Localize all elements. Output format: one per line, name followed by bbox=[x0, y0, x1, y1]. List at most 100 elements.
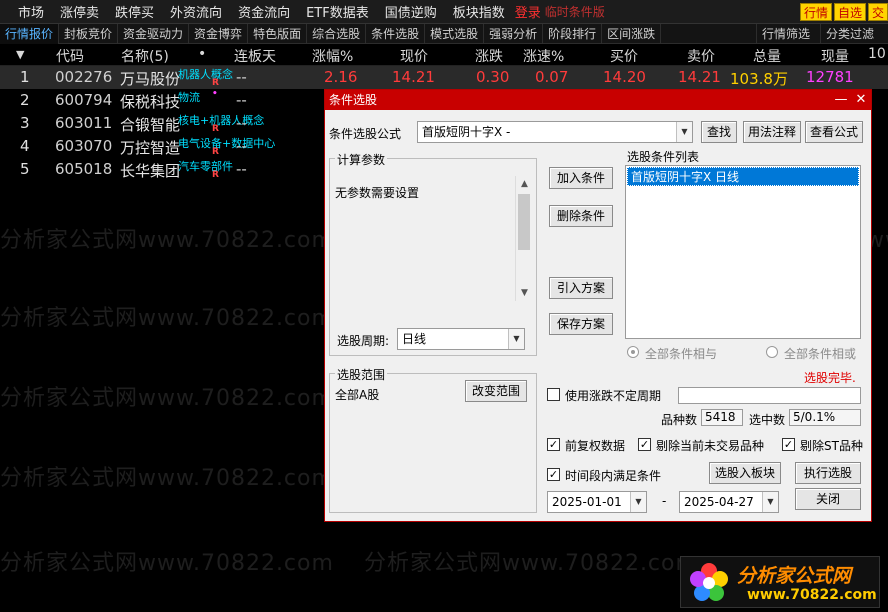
minimize-icon[interactable]: — bbox=[833, 91, 849, 109]
col-volume[interactable]: 总量 bbox=[753, 46, 781, 66]
col-current-vol[interactable]: 现量 bbox=[821, 46, 849, 66]
chevron-down-icon[interactable]: ▼ bbox=[508, 329, 524, 349]
tab-strength-analysis[interactable]: 强弱分析 bbox=[484, 23, 544, 44]
radio-all-or[interactable] bbox=[766, 346, 778, 358]
tab-quote-filter[interactable]: 行情筛选 bbox=[756, 23, 815, 44]
delete-condition-button[interactable]: 删除条件 bbox=[549, 205, 613, 227]
col-ask[interactable]: 卖价 bbox=[687, 46, 715, 66]
usage-notes-button[interactable]: 用法注释 bbox=[743, 121, 801, 143]
count-value: 5418 bbox=[701, 409, 743, 426]
row-mark: R bbox=[212, 78, 219, 88]
add-to-block-button[interactable]: 选股入板块 bbox=[709, 462, 781, 484]
row-concept-tag: 汽车零部件 bbox=[178, 160, 233, 173]
use-period-checkbox[interactable] bbox=[547, 388, 560, 401]
col-more[interactable]: 10 bbox=[868, 46, 886, 62]
menu-bond-repo[interactable]: 国债逆购 bbox=[377, 2, 445, 21]
period-value: 日线 bbox=[402, 332, 427, 346]
watermark: 分析家公式网www.70822.com bbox=[364, 551, 698, 576]
row-limit-days: -- bbox=[236, 68, 247, 86]
radio-all-and[interactable] bbox=[627, 346, 639, 358]
close-button[interactable]: 关闭 bbox=[795, 488, 861, 510]
menu-limit-down-buy[interactable]: 跌停买 bbox=[107, 2, 162, 21]
trade-button[interactable]: 交 bbox=[868, 3, 888, 21]
exclude-untraded-checkbox[interactable]: ✓ bbox=[638, 438, 651, 451]
tab-condition-select[interactable]: 条件选股 bbox=[366, 23, 426, 44]
row-mark: R bbox=[212, 170, 219, 180]
col-name[interactable]: 名称(5) bbox=[121, 46, 169, 66]
change-range-button[interactable]: 改变范围 bbox=[465, 380, 527, 402]
row-limit-days: -- bbox=[236, 91, 247, 109]
col-pct-change[interactable]: 涨幅% bbox=[312, 46, 353, 66]
time-range-checkbox[interactable]: ✓ bbox=[547, 468, 560, 481]
scroll-up-icon[interactable]: ▲ bbox=[516, 176, 533, 192]
time-range-label: 时间段内满足条件 bbox=[565, 469, 662, 483]
forward-adjust-label: 前复权数据 bbox=[565, 439, 626, 453]
quote-table-header: ▼ 代码 名称(5) • 连板天 涨幅% 现价 涨跌 涨速% 买价 卖价 总量 … bbox=[0, 44, 888, 66]
row-concept-tag: 机器人概念 bbox=[178, 68, 233, 81]
run-select-button[interactable]: 执行选股 bbox=[795, 462, 861, 484]
menu-etf-table[interactable]: ETF数据表 bbox=[298, 2, 377, 21]
tab-feature-layout[interactable]: 特色版面 bbox=[248, 23, 308, 44]
tab-fund-game[interactable]: 资金博弈 bbox=[189, 23, 249, 44]
import-scheme-button[interactable]: 引入方案 bbox=[549, 277, 613, 299]
condition-select-dialog: 条件选股 — ✕ 条件选股公式 首版短阴十字X - ▼ 查找 用法注释 查看公式… bbox=[324, 89, 872, 522]
view-formula-button[interactable]: 查看公式 bbox=[805, 121, 863, 143]
watermark: 分析家公式网www.70822.com bbox=[0, 306, 334, 331]
condition-item[interactable]: 首版短阴十字X 日线 bbox=[627, 167, 859, 186]
tab-seal-auction[interactable]: 封板竞价 bbox=[59, 23, 119, 44]
dialog-title[interactable]: 条件选股 bbox=[325, 90, 871, 110]
watchlist-button[interactable]: 自选 bbox=[834, 3, 867, 21]
menu-block-index[interactable]: 板块指数 bbox=[445, 2, 513, 21]
params-scrollbar[interactable]: ▲ ▼ bbox=[515, 176, 533, 301]
row-mark: R bbox=[212, 147, 219, 157]
scroll-down-icon[interactable]: ▼ bbox=[516, 285, 533, 301]
row-concept-tag: 电气设备+数据中心 bbox=[178, 137, 276, 150]
formula-select[interactable]: 首版短阴十字X - ▼ bbox=[417, 121, 693, 143]
find-button[interactable]: 查找 bbox=[701, 121, 737, 143]
date-to-picker[interactable]: 2025-04-27 ▼ bbox=[679, 491, 779, 513]
chevron-down-icon[interactable]: ▼ bbox=[630, 492, 646, 512]
formula-label: 条件选股公式 bbox=[329, 127, 402, 141]
add-condition-button[interactable]: 加入条件 bbox=[549, 167, 613, 189]
menu-foreign-flow[interactable]: 外资流向 bbox=[162, 2, 230, 21]
row-change: 0.30 bbox=[476, 68, 510, 86]
tab-composite-select[interactable]: 综合选股 bbox=[307, 23, 367, 44]
exclude-untraded-label: 剔除当前未交易品种 bbox=[656, 439, 765, 453]
table-row[interactable]: 1 002276 万马股份 机器人概念 R -- 2.16 14.21 0.30… bbox=[0, 66, 888, 89]
tab-quotes[interactable]: 行情报价 bbox=[0, 23, 60, 44]
tab-pattern-select[interactable]: 模式选股 bbox=[425, 23, 485, 44]
quote-button[interactable]: 行情 bbox=[800, 3, 833, 21]
row-speed: 0.07 bbox=[535, 68, 569, 86]
chevron-down-icon[interactable]: ▼ bbox=[762, 492, 778, 512]
condition-list[interactable]: 首版短阴十字X 日线 bbox=[625, 165, 861, 339]
col-speed[interactable]: 涨速% bbox=[523, 46, 564, 66]
chevron-down-icon[interactable]: ▼ bbox=[676, 122, 692, 142]
login-link[interactable]: 登录 bbox=[513, 2, 543, 21]
menu-market[interactable]: 市场 bbox=[0, 2, 52, 21]
logo-title: 分析家公式网 bbox=[737, 565, 852, 587]
forward-adjust-checkbox[interactable]: ✓ bbox=[547, 438, 560, 451]
scroll-thumb[interactable] bbox=[518, 194, 530, 250]
sort-indicator-icon[interactable]: ▼ bbox=[16, 48, 24, 61]
row-name: 合锻智能 bbox=[120, 116, 181, 134]
count-label: 品种数 bbox=[661, 413, 698, 427]
date-from-picker[interactable]: 2025-01-01 ▼ bbox=[547, 491, 647, 513]
period-select[interactable]: 日线 ▼ bbox=[397, 328, 525, 350]
close-icon[interactable]: ✕ bbox=[853, 91, 869, 109]
tab-category-filter[interactable]: 分类过滤 bbox=[820, 23, 879, 44]
tab-fund-driver[interactable]: 资金驱动力 bbox=[118, 23, 190, 44]
period-range-field[interactable] bbox=[678, 387, 861, 404]
save-scheme-button[interactable]: 保存方案 bbox=[549, 313, 613, 335]
tab-stage-ranking[interactable]: 阶段排行 bbox=[543, 23, 603, 44]
exclude-st-checkbox[interactable]: ✓ bbox=[782, 438, 795, 451]
col-price[interactable]: 现价 bbox=[400, 46, 428, 66]
col-limit-days[interactable]: 连板天 bbox=[234, 46, 276, 66]
col-change[interactable]: 涨跌 bbox=[475, 46, 503, 66]
col-code[interactable]: 代码 bbox=[56, 46, 84, 66]
menu-limit-up-sell[interactable]: 涨停卖 bbox=[52, 2, 107, 21]
menu-fund-flow[interactable]: 资金流向 bbox=[230, 2, 298, 21]
row-index: 3 bbox=[20, 114, 30, 132]
col-dot[interactable]: • bbox=[198, 46, 206, 62]
tab-range-change[interactable]: 区间涨跌 bbox=[602, 23, 662, 44]
col-bid[interactable]: 买价 bbox=[610, 46, 638, 66]
